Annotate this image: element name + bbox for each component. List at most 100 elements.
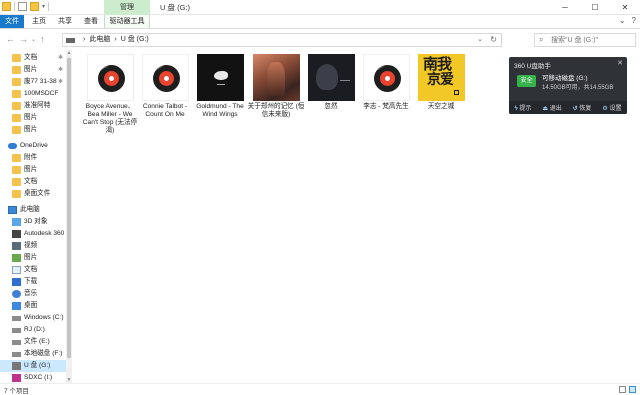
nav-item[interactable]: 文档 <box>0 176 66 188</box>
chevron-down-icon[interactable]: ⌄ <box>477 34 483 46</box>
scroll-up-icon[interactable]: ▲ <box>66 50 72 56</box>
app-icon <box>12 230 21 238</box>
ribbon-right-icons: ⌄ ? <box>619 16 636 25</box>
separator <box>14 2 15 11</box>
nav-item-label: OneDrive <box>20 142 48 149</box>
nav-scrollbar[interactable]: ▲ ▼ <box>66 50 72 383</box>
tab-view[interactable]: 查看 <box>80 15 102 28</box>
cloud-icon <box>8 143 17 149</box>
audio-file-icon <box>363 54 410 101</box>
nav-item[interactable]: 文档 ✱ <box>0 52 66 64</box>
chevron-down-icon[interactable]: ▾ <box>42 3 45 10</box>
pin-icon: ✱ <box>58 79 64 85</box>
nav-item[interactable]: 准准阿特 <box>0 100 66 112</box>
drive-icon <box>12 328 21 333</box>
folder-icon <box>12 154 21 162</box>
pin-icon: ✱ <box>58 55 64 61</box>
nav-item[interactable]: Windows (C:) <box>0 312 66 324</box>
search-input[interactable] <box>551 35 633 45</box>
forward-arrow-icon[interactable]: → <box>19 34 28 44</box>
breadcrumb-usb-drive[interactable]: U 盘 (G:) <box>121 34 149 46</box>
nav-item[interactable]: 图片 <box>0 164 66 176</box>
ribbon-tabs: 文件 主页 共享 查看 驱动器工具 ⌄ ? <box>0 15 640 29</box>
large-icons-view-icon[interactable] <box>629 386 636 393</box>
nav-item[interactable]: 图片 ✱ <box>0 64 66 76</box>
nav-item[interactable]: SDXC (I:) <box>0 372 66 383</box>
tab-drive-tools[interactable]: 驱动器工具 <box>104 15 150 28</box>
sd-card-icon <box>12 374 21 382</box>
desktop-icon <box>12 302 21 310</box>
new-folder-icon[interactable] <box>30 2 39 11</box>
nav-item-label: 此电脑 <box>20 206 40 213</box>
close-button[interactable]: ✕ <box>610 0 640 15</box>
nav-item-label: 图片 <box>24 126 38 133</box>
nav-item[interactable]: 废77 31-38 ✱ <box>0 76 66 88</box>
nav-item[interactable]: 音乐 <box>0 288 66 300</box>
nav-item[interactable]: 3D 对象 <box>0 216 66 228</box>
folder-icon <box>12 126 21 134</box>
video-icon <box>12 242 21 250</box>
album-art-mark <box>454 90 459 95</box>
help-icon[interactable]: ? <box>632 16 636 25</box>
search-box[interactable]: ⌕ <box>534 33 636 47</box>
nav-item[interactable]: 视频 <box>0 240 66 252</box>
nav-item[interactable]: 图片 <box>0 252 66 264</box>
nav-item[interactable]: 图片 <box>0 124 66 136</box>
address-bar[interactable]: › 此电脑 › U 盘 (G:) ⌄ ↻ <box>62 33 502 47</box>
image-icon <box>12 254 21 262</box>
widget-action-restore[interactable]: ↺ 恢复 <box>573 103 592 112</box>
nav-item[interactable]: 桌面文件 <box>0 188 66 200</box>
nav-item[interactable]: 此电脑 <box>0 204 66 216</box>
widget-action-tips[interactable]: ϟ 提示 <box>514 103 531 112</box>
nav-item[interactable]: OneDrive <box>0 140 66 152</box>
drive-space: 14.50GB可用，共14.55GB <box>542 85 614 91</box>
file-name: 天空之城 <box>427 103 455 110</box>
album-art-thumbnail: 南我 京爱 <box>418 54 465 101</box>
refresh-icon[interactable]: ↻ <box>490 34 497 46</box>
nav-item[interactable]: 图片 <box>0 112 66 124</box>
nav-item-label: 废77 31-38 <box>24 78 57 85</box>
details-view-icon[interactable] <box>619 386 626 393</box>
album-art-thumbnail <box>253 54 300 101</box>
nav-item[interactable]: 文件 (E:) <box>0 336 66 348</box>
nav-item-label: 文档 <box>24 54 38 61</box>
up-arrow-icon[interactable]: ↑ <box>40 34 45 44</box>
back-arrow-icon[interactable]: ← <box>6 34 15 44</box>
nav-item-label: Windows (C:) <box>24 314 64 321</box>
music-icon <box>12 290 21 298</box>
nav-item[interactable]: Autodesk 360 <box>0 228 66 240</box>
properties-icon[interactable] <box>18 2 27 11</box>
breadcrumb-this-pc[interactable]: 此电脑 <box>89 34 110 46</box>
nav-item[interactable]: U 盘 (G:) <box>0 360 66 372</box>
minimize-button[interactable]: ─ <box>550 0 580 15</box>
nav-item-label: 下载 <box>24 278 38 285</box>
tab-file[interactable]: 文件 <box>0 15 24 28</box>
chevron-down-icon[interactable]: ⌄ <box>619 16 626 25</box>
audio-file-icon <box>142 54 189 101</box>
widget-action-eject[interactable]: ⏏ 退出 <box>542 103 561 112</box>
scrollbar-thumb[interactable] <box>67 58 71 358</box>
nav-item[interactable]: RJ (D:) <box>0 324 66 336</box>
quick-access-toolbar: ▾ <box>2 2 50 11</box>
tab-share[interactable]: 共享 <box>54 15 76 28</box>
maximize-button[interactable]: ☐ <box>580 0 610 15</box>
action-label: 提示 <box>519 106 532 112</box>
album-art-text: 南我 <box>423 55 452 73</box>
album-art-thumbnail <box>197 54 244 101</box>
file-name: 忽然 <box>324 103 338 110</box>
nav-item[interactable]: 本地磁盘 (F:) <box>0 348 66 360</box>
close-icon[interactable]: ✕ <box>617 59 623 67</box>
nav-item[interactable]: 桌面 <box>0 300 66 312</box>
widget-action-settings[interactable]: ⚙ 设置 <box>602 103 621 112</box>
nav-item[interactable]: 附件 <box>0 152 66 164</box>
tab-home[interactable]: 主页 <box>28 15 50 28</box>
nav-item[interactable]: 文档 <box>0 264 66 276</box>
context-tab-manage[interactable]: 管理 <box>104 0 150 15</box>
folder-icon <box>12 90 21 98</box>
3d-objects-icon <box>12 218 21 226</box>
nav-item[interactable]: 100MSDCF <box>0 88 66 100</box>
breadcrumb-sep: › <box>83 36 86 43</box>
recent-chevron-icon[interactable]: ⌄ <box>31 36 36 43</box>
nav-item[interactable]: 下载 <box>0 276 66 288</box>
status-badge: 安全 <box>517 75 536 87</box>
